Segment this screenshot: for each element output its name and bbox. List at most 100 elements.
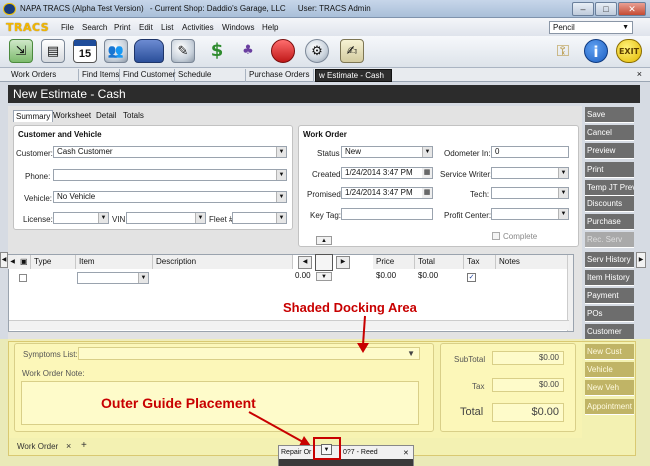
serv-history-button[interactable]: Serv History: [585, 252, 634, 268]
chevron-down-icon: ▼: [276, 192, 286, 202]
menu-windows[interactable]: Windows: [222, 23, 254, 32]
customer-select[interactable]: Cash Customer ▼: [53, 146, 287, 158]
appointment-button[interactable]: Appointment: [585, 399, 634, 415]
phone-select[interactable]: ▼: [53, 169, 287, 181]
money-icon[interactable]: $: [205, 39, 229, 63]
discounts-button[interactable]: Discounts: [585, 196, 634, 212]
tab-work-orders[interactable]: Work Orders: [8, 69, 79, 82]
profit-center-select[interactable]: ▼: [491, 208, 569, 220]
close-window-button[interactable]: ✕: [618, 2, 646, 16]
column-type[interactable]: Type: [31, 255, 76, 269]
keys-icon[interactable]: ⚿: [551, 39, 575, 63]
payment-button[interactable]: Payment: [585, 288, 634, 304]
tab-schedule[interactable]: Schedule: [175, 69, 246, 82]
docking-guide-center[interactable]: ◀ ▶: [298, 254, 352, 271]
document-icon[interactable]: ▤: [41, 39, 65, 63]
notes-icon[interactable]: ✍: [340, 39, 364, 63]
menu-file[interactable]: File: [61, 23, 74, 32]
info-icon[interactable]: i: [584, 39, 608, 63]
key-tag-input[interactable]: [341, 208, 433, 220]
subtab-detail[interactable]: Detail: [94, 110, 118, 122]
vehicle-icon[interactable]: [134, 39, 164, 63]
row-item-select[interactable]: ▼: [77, 272, 149, 284]
select-all-checkbox[interactable]: ▣: [17, 255, 31, 269]
bottom-tab-close-icon[interactable]: ×: [66, 441, 71, 451]
printer-select[interactable]: Pencil ▼: [549, 21, 633, 34]
vehicle-button[interactable]: Vehicle: [585, 362, 634, 378]
repair-order-guide-popup[interactable]: Repair Or 0?7 - Reed ✕: [278, 445, 414, 466]
close-tab-icon[interactable]: ×: [637, 69, 642, 79]
tech-select[interactable]: ▼: [491, 187, 569, 199]
menu-search[interactable]: Search: [82, 23, 107, 32]
calendar-icon[interactable]: 15: [73, 39, 97, 63]
cancel-button[interactable]: Cancel: [585, 125, 634, 141]
outer-guide-left[interactable]: ◀: [0, 252, 8, 268]
column-total[interactable]: Total: [415, 255, 464, 269]
popup-close-icon[interactable]: ✕: [403, 449, 409, 457]
outer-guide-bottom-icon[interactable]: ▼: [321, 444, 332, 455]
tools-icon[interactable]: ⚙: [305, 39, 329, 63]
column-tax[interactable]: Tax: [464, 255, 496, 269]
import-icon[interactable]: ⇲: [9, 39, 33, 63]
item-history-button[interactable]: Item History: [585, 270, 634, 286]
tech-icon[interactable]: ✎: [171, 39, 195, 63]
row-tax-checkbox[interactable]: ✓: [467, 273, 476, 282]
menu-activities[interactable]: Activities: [182, 23, 214, 32]
menu-help[interactable]: Help: [262, 23, 278, 32]
exit-icon[interactable]: EXIT: [616, 39, 642, 63]
promised-date-field[interactable]: 1/24/2014 3:47 PM ▦: [341, 187, 433, 199]
new-cust-button[interactable]: New Cust: [585, 344, 634, 360]
subtab-summary[interactable]: Summary: [13, 110, 54, 122]
print-button[interactable]: Print: [585, 162, 634, 178]
temp-jt-prev-button[interactable]: Temp JT Prev: [585, 180, 634, 196]
vin-select[interactable]: ▼: [126, 212, 206, 224]
parts-icon[interactable]: ♣: [236, 39, 260, 63]
license-select[interactable]: ▼: [53, 212, 109, 224]
created-date-field[interactable]: 1/24/2014 3:47 PM ▦: [341, 167, 433, 179]
column-item[interactable]: Item: [76, 255, 153, 269]
guide-up-arrow[interactable]: ▲: [316, 236, 332, 245]
column-description[interactable]: Description: [153, 255, 293, 269]
maximize-button[interactable]: □: [595, 2, 617, 16]
save-button[interactable]: Save: [585, 107, 634, 123]
page-title: New Estimate - Cash: [8, 85, 640, 103]
pos-button[interactable]: POs: [585, 306, 634, 322]
guide-down-arrow[interactable]: ▼: [316, 272, 332, 281]
new-veh-button[interactable]: New Veh: [585, 380, 634, 396]
menu-print[interactable]: Print: [114, 23, 130, 32]
calendar-picker-icon[interactable]: ▦: [422, 168, 432, 178]
rec-serv-button[interactable]: Rec. Serv: [585, 232, 634, 248]
tab-find-customer[interactable]: Find Customer: [120, 69, 175, 82]
vehicle-select[interactable]: No Vehicle ▼: [53, 191, 287, 203]
column-price[interactable]: Price: [373, 255, 415, 269]
calendar-picker-icon[interactable]: ▦: [422, 188, 432, 198]
tab-find-items[interactable]: Find Items: [79, 69, 120, 82]
grid-horizontal-scrollbar[interactable]: [9, 320, 569, 330]
row-checkbox[interactable]: [19, 274, 27, 282]
service-writer-select[interactable]: ▼: [491, 167, 569, 179]
subtab-worksheet[interactable]: Worksheet: [51, 110, 93, 122]
add-tab-icon[interactable]: +: [81, 440, 87, 451]
tab-new-estimate-cash[interactable]: w Estimate - Cash: [315, 69, 392, 82]
outer-guide-right[interactable]: ▶: [636, 252, 646, 268]
guide-left-arrow[interactable]: ◀: [298, 256, 312, 269]
menu-list[interactable]: List: [161, 23, 173, 32]
customers-icon[interactable]: 👥: [104, 39, 128, 63]
grid-scroll-left-arrow[interactable]: ◀: [8, 255, 17, 269]
subtab-totals[interactable]: Totals: [121, 110, 146, 122]
column-notes[interactable]: Notes: [496, 255, 568, 269]
fleet-select[interactable]: ▼: [232, 212, 287, 224]
guide-center-box[interactable]: [315, 254, 333, 271]
minimize-button[interactable]: –: [572, 2, 594, 16]
sale-icon[interactable]: [271, 39, 295, 63]
menu-edit[interactable]: Edit: [139, 23, 153, 32]
customer-button[interactable]: Customer: [585, 324, 634, 340]
complete-checkbox[interactable]: [492, 232, 500, 240]
odometer-input[interactable]: 0: [491, 146, 569, 158]
preview-button[interactable]: Preview: [585, 143, 634, 159]
purchase-button[interactable]: Purchase: [585, 214, 634, 230]
tab-purchase-orders[interactable]: Purchase Orders: [246, 69, 314, 82]
bottom-tab-work-order[interactable]: Work Order: [17, 442, 58, 451]
guide-right-arrow[interactable]: ▶: [336, 256, 350, 269]
status-select[interactable]: New ▼: [341, 146, 433, 158]
